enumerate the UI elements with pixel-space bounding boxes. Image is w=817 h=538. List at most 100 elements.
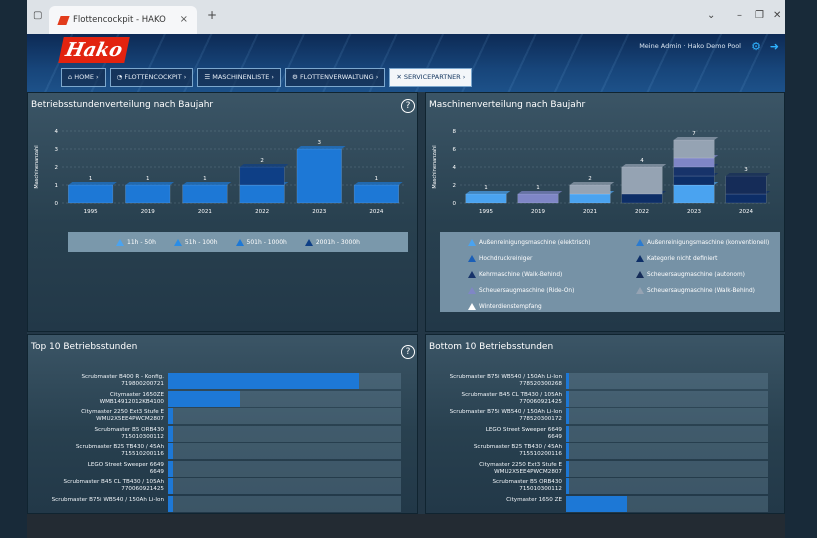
minimize-icon[interactable]: – (737, 10, 742, 21)
legend-label: 51h - 100h (184, 238, 218, 246)
nav-flottencockpit-label: FLOTTENCOCKPIT (124, 73, 182, 81)
bar-track (566, 425, 768, 442)
panel-title: Bottom 10 Betriebsstunden (429, 342, 554, 352)
data-label: 2 (260, 158, 264, 164)
maximize-icon[interactable]: ❐ (755, 10, 764, 21)
nav-flottenverwaltung[interactable]: ⚙ FLOTTENVERWALTUNG › (285, 68, 386, 87)
bar-label-group: Citymaster 1650 ZE (426, 497, 562, 504)
browser-window: ▢ Flottencockpit - HAKO × + ⌄ – ❐ ✕ Hako… (27, 0, 785, 538)
browser-tab[interactable]: Flottencockpit - HAKO × (49, 6, 197, 34)
y-tick-label: 4 (55, 129, 59, 135)
bar-label: Citymaster 1650ZE (109, 391, 164, 398)
logout-icon[interactable]: ➜ (770, 40, 779, 53)
bar-label: WMU2X5EE4PWCM2807 (96, 416, 164, 422)
panel-machines-by-year: Maschinenverteilung nach Baujahr Maschin… (425, 92, 785, 332)
bar-track (168, 460, 401, 477)
data-label: 1 (146, 176, 150, 182)
y-tick-label: 8 (453, 129, 457, 135)
legend-item[interactable]: Hochdruckreiniger (468, 253, 636, 264)
bar-label: 770060921425 (121, 486, 164, 492)
legend-item[interactable]: Kategorie nicht definiert (636, 253, 785, 264)
bar-segment (621, 193, 663, 204)
legend-label: Außenreinigungsmaschine (elektrisch) (479, 239, 591, 246)
bar-track (566, 495, 768, 512)
bar-label: 715510200116 (121, 451, 164, 457)
panel-bottom10: Bottom 10 Betriebsstunden Scrubmaster B7… (425, 334, 785, 514)
y-tick-label: 2 (55, 165, 59, 171)
legend-item[interactable]: Scheuersaugmaschine (autonom) (636, 269, 785, 280)
bar-top-face (673, 137, 719, 140)
bar-track (566, 373, 768, 389)
new-tab-icon[interactable]: + (207, 8, 217, 22)
legend-item[interactable]: Winterdienstempfang (468, 301, 636, 312)
bar-label: WMB14912012KB4100 (99, 398, 164, 405)
tabs-dropdown-icon[interactable]: ⌄ (707, 10, 715, 21)
data-label: 4 (640, 158, 644, 164)
bar (566, 408, 569, 424)
bar-segment (239, 184, 285, 204)
legend-item[interactable]: 2001h - 3000h (304, 238, 360, 246)
bar-label: Scrubmaster B75i WB540 / 150Ah Li-Ion (449, 409, 562, 415)
tab-actions-icon[interactable]: ▢ (33, 10, 42, 21)
legend-label: Scheuersaugmaschine (Ride-On) (479, 287, 575, 294)
bar (168, 478, 173, 494)
bar-segment (673, 139, 715, 159)
bar-label: Scrubmaster B25 TB430 / 45Ah (473, 444, 562, 450)
help-icon[interactable]: ? (401, 99, 415, 113)
legend-item[interactable]: Scheuersaugmaschine (Ride-On) (468, 285, 636, 296)
legend-marker-icon (468, 271, 476, 278)
legend-marker-icon (173, 238, 182, 246)
data-label: 1 (203, 176, 207, 182)
nav-maschinenliste[interactable]: ☰ MASCHINENLISTE › (197, 68, 282, 87)
legend-label: 501h - 1000h (246, 238, 287, 246)
bar-label-group: Scrubmaster B25 TB430 / 45Ah 715510200116 (426, 444, 562, 458)
chart-legend: 11h - 50h 51h - 100h 501h - 1000h 2001h - 3… (68, 232, 408, 252)
data-label: 3 (318, 140, 322, 146)
bar (168, 373, 360, 389)
legend-label: Kehrmaschine (Walk-Behind) (479, 271, 563, 278)
window-close-icon[interactable]: ✕ (773, 10, 781, 21)
legend-item[interactable]: Kehrmaschine (Walk-Behind) (468, 269, 636, 280)
x-tick-label: 2024 (369, 209, 383, 215)
nav-flottenverwaltung-label: FLOTTENVERWALTUNG (299, 73, 374, 81)
legend-label: Scheuersaugmaschine (Walk-Behind) (647, 287, 755, 294)
legend-item[interactable]: 501h - 1000h (235, 238, 287, 246)
legend-item[interactable]: Außenreinigungsmaschine (konventionell) (636, 237, 785, 248)
legend-label: Kategorie nicht definiert (647, 255, 718, 262)
nav-servicepartner[interactable]: ✕ SERVICEPARTNER › (389, 68, 473, 87)
bar-track (168, 373, 401, 389)
bar-label-group: Scrubmaster B75i WB540 / 150Ah Li-Ion (28, 497, 164, 504)
legend-item[interactable]: 11h - 50h (116, 238, 156, 246)
bar (566, 478, 569, 494)
bar-segment (68, 184, 114, 204)
tab-title: Flottencockpit - HAKO (73, 15, 166, 25)
bar-track (168, 408, 401, 424)
help-icon[interactable]: ? (401, 345, 415, 359)
machines-by-year-chart: Maschinenanzahl 0 2 4 6 8 1 1995 1 2019 2 2021 4 2022… (432, 129, 772, 215)
user-info[interactable]: Meine Admin · Hako Demo Pool (639, 42, 741, 50)
tab-close-icon[interactable]: × (180, 14, 188, 25)
bar-track (168, 425, 401, 442)
legend-marker-icon (636, 271, 644, 278)
bar-track (566, 478, 768, 494)
y-axis-label: Maschinenanzahl (432, 145, 438, 188)
bar-label: WMU2X5EE4PWCM2807 (494, 468, 562, 475)
legend-item[interactable]: 51h - 100h (173, 238, 218, 246)
bar-label: LEGO Street Sweeper 6649 (485, 426, 562, 433)
hours-by-year-chart: Maschinenanzahl 0 1 2 3 4 1 1995 1 2019 1 2021 2 2022… (34, 129, 405, 215)
data-label: 1 (89, 176, 93, 182)
hako-logo[interactable]: Hako (58, 37, 130, 63)
bar-top-face (354, 182, 403, 185)
nav-flottencockpit[interactable]: ◔ FLOTTENCOCKPIT › (109, 68, 194, 87)
legend-marker-icon (116, 238, 125, 246)
bar-label: Scrubmaster B5 ORB430 (94, 426, 164, 433)
legend-item[interactable]: Scheuersaugmaschine (Walk-Behind) (636, 285, 785, 296)
bar (168, 495, 173, 512)
bar-segment (725, 175, 767, 195)
bar-label: 778520300172 (519, 416, 562, 422)
bar (566, 425, 569, 442)
nav-home[interactable]: ⌂ HOME › (61, 68, 106, 87)
settings-icon[interactable]: ⚙ (751, 40, 761, 53)
bar-label: 6649 (547, 433, 562, 440)
legend-item[interactable]: Außenreinigungsmaschine (elektrisch) (468, 237, 636, 248)
